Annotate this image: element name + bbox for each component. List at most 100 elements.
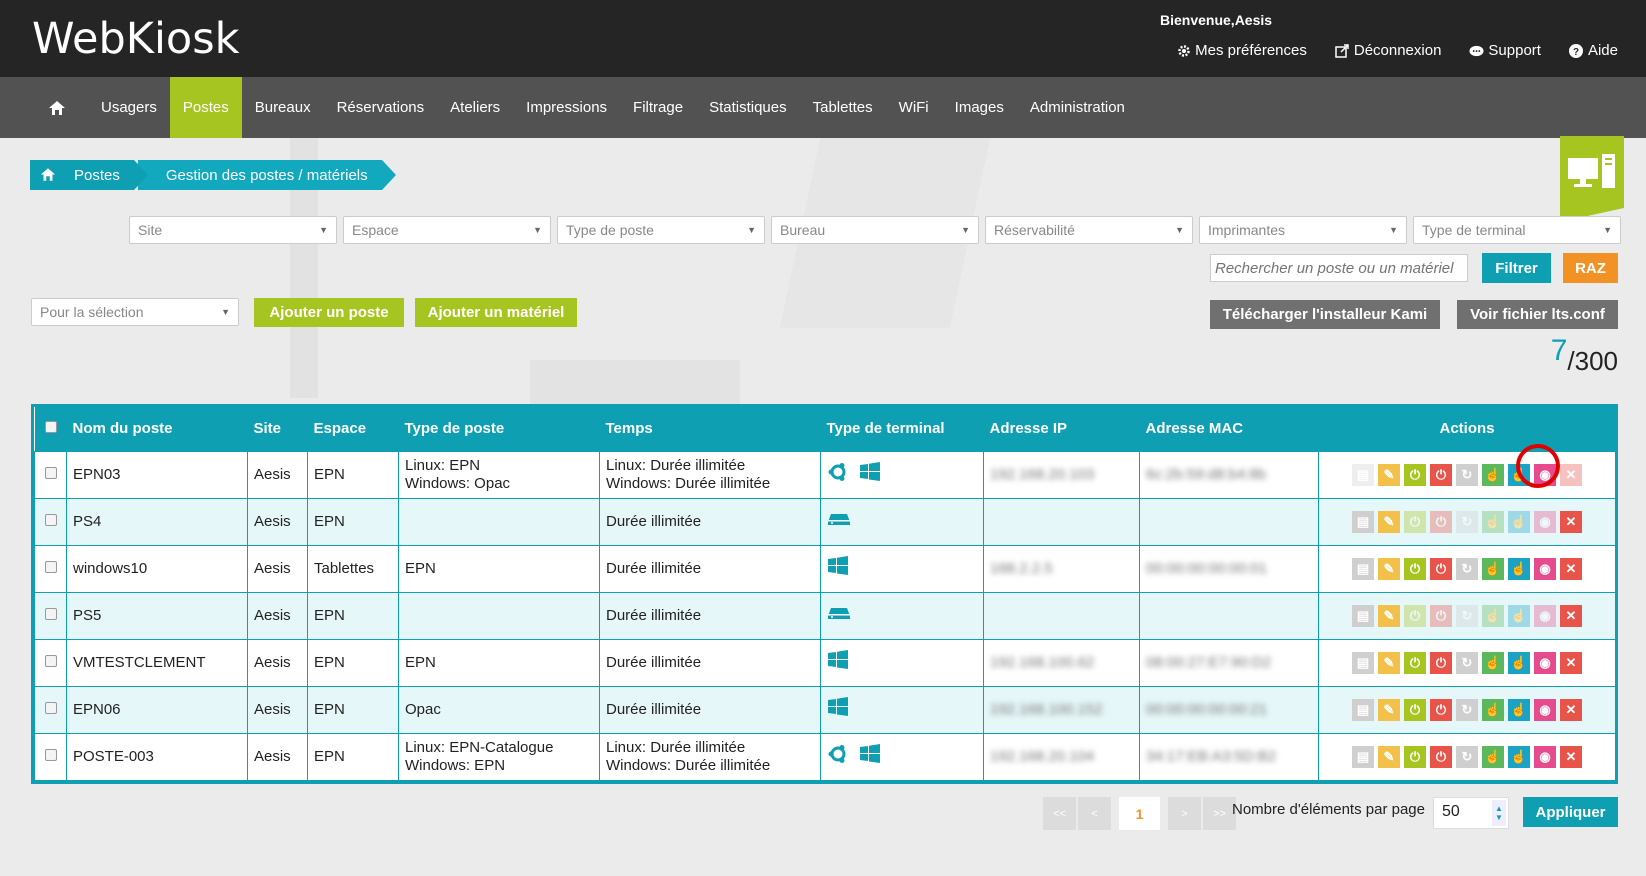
next-page-button[interactable]: > [1168, 797, 1201, 830]
nav-administration[interactable]: Administration [1017, 77, 1138, 138]
info-action[interactable]: ▤ [1352, 651, 1374, 674]
nav-wifi[interactable]: WiFi [886, 77, 942, 138]
table-row[interactable]: PS4 Aesis EPN Durée illimitée ▤ ✎ ⏻ ⏻ ↻ ☝ ☝ ◉ ✕ [34, 497, 1616, 546]
edit-action[interactable]: ✎ [1378, 557, 1400, 580]
power-on-action[interactable]: ⏻ [1404, 604, 1426, 627]
nav-bureaux[interactable]: Bureaux [242, 77, 324, 138]
espace-select[interactable]: Espace ▼ [343, 216, 551, 244]
delete-action[interactable]: ✕ [1560, 604, 1582, 627]
view-action[interactable]: ◉ [1534, 651, 1556, 674]
col-type-terminal[interactable]: Type de terminal [820, 407, 984, 451]
info-action[interactable]: ▤ [1352, 510, 1374, 533]
wake-action[interactable]: ☝ [1482, 510, 1504, 533]
power-on-action[interactable]: ⏻ [1404, 698, 1426, 721]
power-off-action[interactable]: ⏻ [1430, 604, 1452, 627]
power-off-action[interactable]: ⏻ [1430, 651, 1452, 674]
table-row[interactable]: POSTE-003 Aesis EPN Linux: EPN-Catalogue Win… [34, 732, 1616, 781]
restart-action[interactable]: ↻ [1456, 557, 1478, 580]
view-action[interactable]: ◉ [1534, 557, 1556, 580]
edit-action[interactable]: ✎ [1378, 463, 1400, 486]
cell-nom[interactable]: VMTESTCLEMENT [66, 638, 248, 687]
info-action[interactable]: ▤ [1352, 745, 1374, 768]
wake-action[interactable]: ☝ [1482, 651, 1504, 674]
power-off-action[interactable]: ⏻ [1430, 698, 1452, 721]
table-row[interactable]: EPN03 Aesis EPN Linux: EPN Windows: Opac Linu… [34, 450, 1616, 499]
preferences-link[interactable]: Mes préférences [1176, 42, 1307, 59]
col-mac[interactable]: Adresse MAC [1139, 407, 1319, 451]
row-checkbox[interactable] [44, 748, 57, 761]
support-link[interactable]: Support [1469, 42, 1541, 59]
logout-link[interactable]: Déconnexion [1335, 42, 1441, 59]
info-action[interactable]: ▤ [1352, 604, 1374, 627]
delete-action[interactable]: ✕ [1560, 510, 1582, 533]
select-all-checkbox[interactable] [44, 421, 57, 434]
apply-button[interactable]: Appliquer [1523, 797, 1618, 827]
row-checkbox[interactable] [44, 560, 57, 573]
power-on-action[interactable]: ⏻ [1404, 745, 1426, 768]
power-on-action[interactable]: ⏻ [1404, 651, 1426, 674]
spin-up-icon[interactable]: ▲ [1495, 804, 1503, 813]
power-off-action[interactable]: ⏻ [1430, 745, 1452, 768]
app-logo[interactable]: WebKiosk [32, 14, 240, 64]
power-off-action[interactable]: ⏻ [1430, 463, 1452, 486]
current-page[interactable]: 1 [1119, 797, 1160, 830]
remote-action[interactable]: ☝ [1508, 604, 1530, 627]
info-action[interactable]: ▤ [1352, 557, 1374, 580]
add-post-button[interactable]: Ajouter un poste [254, 298, 404, 327]
view-action[interactable]: ◉ [1534, 745, 1556, 768]
remote-action[interactable]: ☝ [1508, 745, 1530, 768]
spin-down-icon[interactable]: ▼ [1495, 813, 1503, 822]
delete-action[interactable]: ✕ [1560, 651, 1582, 674]
selection-action-select[interactable]: Pour la sélection ▼ [31, 298, 239, 326]
filter-button[interactable]: Filtrer [1482, 253, 1551, 283]
edit-action[interactable]: ✎ [1378, 698, 1400, 721]
edit-action[interactable]: ✎ [1378, 510, 1400, 533]
wake-action[interactable]: ☝ [1482, 745, 1504, 768]
type-poste-select[interactable]: Type de poste ▼ [557, 216, 765, 244]
restart-action[interactable]: ↻ [1456, 698, 1478, 721]
nav-reservations[interactable]: Réservations [324, 77, 438, 138]
restart-action[interactable]: ↻ [1456, 651, 1478, 674]
restart-action[interactable]: ↻ [1456, 510, 1478, 533]
nav-filtrage[interactable]: Filtrage [620, 77, 696, 138]
nav-statistiques[interactable]: Statistiques [696, 77, 800, 138]
view-action[interactable]: ◉ [1534, 510, 1556, 533]
col-site[interactable]: Site [247, 407, 308, 451]
help-link[interactable]: ? Aide [1569, 42, 1618, 59]
nav-tablettes[interactable]: Tablettes [800, 77, 886, 138]
delete-action[interactable]: ✕ [1560, 463, 1582, 486]
nav-images[interactable]: Images [942, 77, 1017, 138]
type-terminal-select[interactable]: Type de terminal ▼ [1413, 216, 1621, 244]
per-page-input[interactable]: 50 ▲ ▼ [1433, 797, 1509, 829]
power-off-action[interactable]: ⏻ [1430, 557, 1452, 580]
view-action[interactable]: ◉ [1534, 698, 1556, 721]
col-espace[interactable]: Espace [307, 407, 399, 451]
table-row[interactable]: EPN06 Aesis EPN Opac Durée illimitée 192.168.… [34, 685, 1616, 734]
nav-usagers[interactable]: Usagers [88, 77, 170, 138]
per-page-spinner[interactable]: ▲ ▼ [1492, 800, 1506, 826]
col-temps[interactable]: Temps [599, 407, 821, 451]
search-input[interactable] [1210, 254, 1468, 282]
add-material-button[interactable]: Ajouter un matériel [415, 298, 577, 327]
cell-nom[interactable]: EPN03 [66, 450, 248, 499]
nav-impressions[interactable]: Impressions [513, 77, 620, 138]
power-off-action[interactable]: ⏻ [1430, 510, 1452, 533]
remote-action[interactable]: ☝ [1508, 557, 1530, 580]
home-nav-button[interactable] [44, 77, 70, 138]
wake-action[interactable]: ☝ [1482, 604, 1504, 627]
restart-action[interactable]: ↻ [1456, 463, 1478, 486]
remote-action[interactable]: ☝ [1508, 651, 1530, 674]
col-nom[interactable]: Nom du poste [66, 407, 248, 451]
wake-action[interactable]: ☝ [1482, 698, 1504, 721]
restart-action[interactable]: ↻ [1456, 604, 1478, 627]
edit-action[interactable]: ✎ [1378, 604, 1400, 627]
delete-action[interactable]: ✕ [1560, 557, 1582, 580]
info-action[interactable]: ▤ [1352, 698, 1374, 721]
cell-nom[interactable]: EPN06 [66, 685, 248, 734]
cell-nom[interactable]: PS5 [66, 591, 248, 640]
power-on-action[interactable]: ⏻ [1404, 557, 1426, 580]
delete-action[interactable]: ✕ [1560, 698, 1582, 721]
first-page-button[interactable]: << [1043, 797, 1076, 830]
col-type-poste[interactable]: Type de poste [398, 407, 600, 451]
remote-action[interactable]: ☝ [1508, 510, 1530, 533]
